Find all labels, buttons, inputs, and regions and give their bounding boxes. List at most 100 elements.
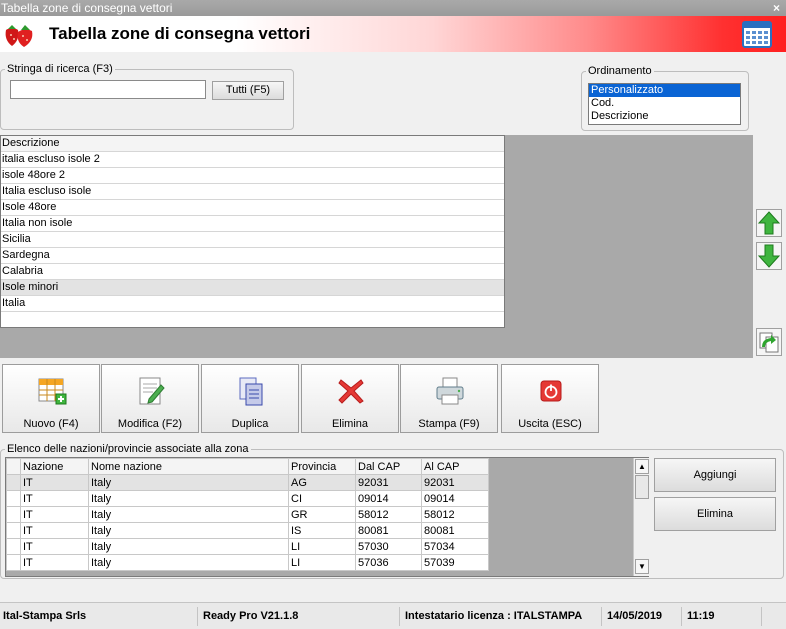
row-indicator (6, 522, 21, 539)
list-item[interactable]: Italia (1, 296, 504, 312)
exit-button-label: Uscita (ESC) (518, 418, 582, 430)
print-button[interactable]: Stampa (F9) (400, 364, 498, 433)
table-cell[interactable]: Italy (88, 490, 289, 507)
table-cell[interactable]: Italy (88, 554, 289, 571)
column-header[interactable]: Al CAP (421, 458, 489, 475)
new-button-label: Nuovo (F4) (23, 418, 79, 430)
list-item[interactable]: Sicilia (1, 232, 504, 248)
table-cell[interactable]: 92031 (355, 474, 422, 491)
list-item[interactable]: Calabria (1, 264, 504, 280)
remove-button[interactable]: Elimina (654, 497, 776, 531)
column-header[interactable]: Nazione (20, 458, 89, 475)
sort-option[interactable]: Personalizzato (589, 84, 740, 97)
table-cell[interactable]: Italy (88, 474, 289, 491)
sort-option[interactable]: Descrizione (589, 110, 740, 123)
sort-legend: Ordinamento (588, 65, 652, 77)
page-title: Tabella zone di consegna vettori (49, 24, 311, 43)
list-item[interactable]: Sardegna (1, 248, 504, 264)
vertical-scrollbar[interactable]: ▲ ▼ (633, 458, 649, 576)
column-header[interactable]: Nome nazione (88, 458, 289, 475)
row-indicator (6, 538, 21, 555)
sort-listbox[interactable]: Personalizzato Cod. Descrizione (588, 83, 741, 125)
status-version: Ready Pro V21.1.8 (200, 607, 400, 626)
sort-option[interactable]: Cod. (589, 97, 740, 110)
table-cell[interactable]: 92031 (421, 474, 489, 491)
list-item[interactable]: Isole 48ore (1, 200, 504, 216)
delete-x-icon (338, 379, 364, 404)
table-cell[interactable]: IT (20, 522, 89, 539)
arrow-up-icon (757, 211, 781, 235)
scroll-down-icon[interactable]: ▼ (635, 559, 649, 574)
edit-button[interactable]: Modifica (F2) (101, 364, 199, 433)
printer-icon (436, 377, 464, 405)
table-cell[interactable]: IT (20, 490, 89, 507)
table-cell[interactable]: LI (288, 554, 356, 571)
table-cell[interactable]: IT (20, 554, 89, 571)
status-time: 11:19 (684, 607, 762, 626)
status-company: Ital-Stampa Srls (0, 607, 198, 626)
power-icon (540, 380, 562, 402)
exit-button[interactable]: Uscita (ESC) (501, 364, 599, 433)
table-cell[interactable]: 09014 (421, 490, 489, 507)
table-cell[interactable]: GR (288, 506, 356, 523)
column-header[interactable]: Provincia (288, 458, 356, 475)
search-input[interactable] (10, 80, 206, 99)
table-cell[interactable]: 09014 (355, 490, 422, 507)
table-cell[interactable]: 57036 (355, 554, 422, 571)
strawberry-icon (5, 25, 33, 47)
list-item[interactable]: isole 48ore 2 (1, 168, 504, 184)
search-legend: Stringa di ricerca (F3) (7, 63, 113, 75)
table-row[interactable]: IT Italy IS 80081 80081 (6, 522, 489, 539)
table-cell[interactable]: 57039 (421, 554, 489, 571)
table-cell[interactable]: Italy (88, 538, 289, 555)
table-cell[interactable]: 57030 (355, 538, 422, 555)
list-item-selected[interactable]: Isole minori (1, 280, 504, 296)
table-row-selected[interactable]: IT Italy AG 92031 92031 (6, 474, 489, 491)
duplicate-button[interactable]: Duplica (201, 364, 299, 433)
table-row[interactable]: IT Italy LI 57036 57039 (6, 554, 489, 571)
list-item[interactable]: italia escluso isole 2 (1, 152, 504, 168)
table-cell[interactable]: Italy (88, 506, 289, 523)
delete-button[interactable]: Elimina (301, 364, 399, 433)
table-cell[interactable]: IS (288, 522, 356, 539)
move-down-button[interactable] (756, 242, 782, 270)
print-button-label: Stampa (F9) (418, 418, 480, 430)
move-up-button[interactable] (756, 209, 782, 237)
table-cell[interactable]: 58012 (355, 506, 422, 523)
close-icon[interactable]: × (773, 0, 780, 16)
show-all-button[interactable]: Tutti (F5) (212, 81, 284, 100)
add-button[interactable]: Aggiungi (654, 458, 776, 492)
column-header[interactable]: Dal CAP (355, 458, 422, 475)
status-bar: Ital-Stampa Srls Ready Pro V21.1.8 Intes… (0, 602, 786, 629)
new-button[interactable]: Nuovo (F4) (2, 364, 100, 433)
refresh-icon (759, 332, 779, 353)
arrow-down-icon (757, 244, 781, 268)
row-indicator-header (6, 458, 21, 475)
list-item[interactable]: Italia non isole (1, 216, 504, 232)
table-row[interactable]: IT Italy CI 09014 09014 (6, 490, 489, 507)
duplicate-icon (239, 377, 263, 406)
table-cell[interactable]: CI (288, 490, 356, 507)
table-cell[interactable]: LI (288, 538, 356, 555)
table-cell[interactable]: 80081 (355, 522, 422, 539)
table-cell[interactable]: 80081 (421, 522, 489, 539)
list-item[interactable]: Italia escluso isole (1, 184, 504, 200)
new-grid-icon (38, 378, 67, 405)
table-row[interactable]: IT Italy GR 58012 58012 (6, 506, 489, 523)
refresh-button[interactable] (756, 328, 782, 356)
table-cell[interactable]: IT (20, 474, 89, 491)
scroll-thumb[interactable] (635, 475, 649, 499)
scroll-up-icon[interactable]: ▲ (635, 459, 649, 474)
table-cell[interactable]: Italy (88, 522, 289, 539)
zones-grid[interactable]: Descrizione italia escluso isole 2 isole… (0, 135, 505, 328)
table-cell[interactable]: AG (288, 474, 356, 491)
table-cell[interactable]: 57034 (421, 538, 489, 555)
table-cell[interactable]: IT (20, 506, 89, 523)
table-cell[interactable]: IT (20, 538, 89, 555)
table-row[interactable]: IT Italy LI 57030 57034 (6, 538, 489, 555)
zones-grid-header[interactable]: Descrizione (1, 136, 504, 152)
nations-grid[interactable]: Nazione Nome nazione Provincia Dal CAP A… (5, 457, 649, 577)
nations-table[interactable]: Nazione Nome nazione Provincia Dal CAP A… (6, 458, 489, 571)
row-indicator (6, 506, 21, 523)
table-cell[interactable]: 58012 (421, 506, 489, 523)
